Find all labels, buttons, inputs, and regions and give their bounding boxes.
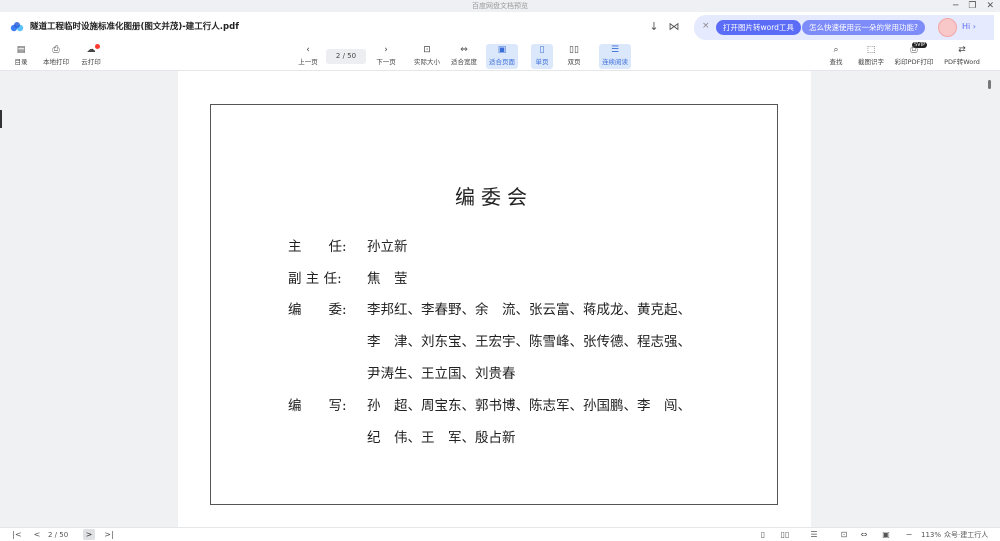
zoom-out-icon[interactable]: − [904,529,914,541]
color-pdf-print-button[interactable]: ⎙ 彩印PDF打印 [894,44,934,69]
next-page-small-icon[interactable]: > [83,529,95,540]
first-page-icon[interactable]: |< [12,529,22,541]
close-window-icon[interactable]: ✕ [986,0,994,12]
search-icon: ⌕ [833,45,839,55]
continuous-read-label: 连续阅读 [602,58,628,66]
zoom-level[interactable]: 113% [921,530,941,540]
document-title: 隧道工程临时设施标准化图册(图文并茂)-建工行人.pdf [30,22,239,32]
promo-close-icon[interactable]: × [702,21,710,31]
app-header: 隧道工程临时设施标准化图册(图文并茂)-建工行人.pdf ↓ ⋈ × 打开图片转… [0,12,1000,42]
row-label: 副 主 任: [288,271,342,287]
screenshot-icon: ⬚ [866,45,876,55]
window-title: 百度网盘文档预览 [472,2,528,10]
minimize-icon[interactable]: ─ [953,0,958,12]
notification-dot [95,44,100,49]
single-page-icon: ▯ [539,45,545,55]
assistant-greeting[interactable]: Hi › [962,22,976,31]
restore-icon[interactable]: ❐ [968,0,976,12]
cloud-print-icon: ☁ [86,45,96,55]
status-bar: |< < 2 / 50 > >| ▯ ▯▯ ☰ ⊡ ⇔ ▣ − 113% 众号·… [0,527,1000,541]
prev-page-icon: ‹ [306,45,310,55]
left-margin-area [0,71,178,527]
color-print-icon: ⎙ [910,45,918,55]
fit-page-icon: ▣ [497,45,507,55]
row-value: 李 津、刘东宝、王宏宇、陈雪峰、张传德、程志强、 [367,334,691,350]
screenshot-ocr-label: 截图识字 [858,58,884,66]
toc-button[interactable]: ▤ 目录 [10,44,32,69]
actual-size-view-icon[interactable]: ⊡ [838,529,850,541]
share-icon[interactable]: ⋈ [667,20,681,34]
find-label: 查找 [829,58,843,66]
single-page-label: 单页 [535,58,549,66]
row-label: 编 委: [288,302,347,318]
window-titlebar: 百度网盘文档预览 ─ ❐ ✕ [0,0,1000,12]
single-page-button[interactable]: ▯ 单页 [531,44,553,69]
download-icon[interactable]: ↓ [647,20,661,34]
row-value: 焦 莹 [367,271,408,287]
next-page-button[interactable]: › 下一页 [372,44,400,69]
local-print-label: 本地打印 [43,58,69,66]
prev-page-label: 上一页 [298,58,318,66]
fit-page-view-icon[interactable]: ▣ [880,529,892,541]
next-page-label: 下一页 [376,58,396,66]
row-value: 孙 超、周宝东、郭书博、陈志军、孙国鹏、李 闯、 [367,398,691,414]
fit-width-button[interactable]: ⇔ 适合宽度 [448,44,480,69]
double-page-view-icon[interactable]: ▯▯ [778,529,792,541]
fit-width-view-icon[interactable]: ⇔ [858,529,870,541]
right-margin-area [811,71,1000,527]
baidu-netdisk-logo-icon [10,22,24,32]
actual-size-button[interactable]: ⊡ 实际大小 [411,44,443,69]
row-value: 孙立新 [367,239,408,255]
vertical-scrollbar[interactable] [988,80,991,89]
promo-banner: × 打开图片转word工具 怎么快速使用云一朵的常用功能? Hi › [694,15,994,40]
window-controls: ─ ❐ ✕ [953,0,994,12]
row-label: 主 任: [288,239,347,255]
convert-icon: ⇄ [958,45,966,55]
pdf-to-word-button[interactable]: ⇄ PDF转Word [942,44,982,69]
printer-icon: ⎙ [52,45,60,55]
row-value: 尹涛生、王立国、刘贵春 [367,366,516,382]
image-to-word-button[interactable]: 打开图片转word工具 [716,20,801,35]
double-page-label: 双页 [567,58,581,66]
fit-width-label: 适合宽度 [451,58,477,66]
row-value: 李邦红、李春野、余 流、张云富、蒋成龙、黄克起、 [367,302,691,318]
toc-label: 目录 [14,58,28,66]
next-page-icon: › [384,45,388,55]
assistant-avatar[interactable] [938,18,957,37]
pdf-to-word-label: PDF转Word [944,58,980,66]
screenshot-ocr-button[interactable]: ⬚ 截图识字 [855,44,887,69]
find-button[interactable]: ⌕ 查找 [826,44,846,69]
local-print-button[interactable]: ⎙ 本地打印 [40,44,72,69]
fit-page-label: 适合页面 [489,58,515,66]
status-page-indicator[interactable]: 2 / 50 [48,530,68,540]
color-pdf-print-label: 彩印PDF打印 [894,58,934,66]
double-page-button[interactable]: ▯▯ 双页 [563,44,585,69]
continuous-read-button[interactable]: ☰ 连续阅读 [599,44,631,69]
continuous-view-icon[interactable]: ☰ [808,529,820,541]
fit-page-button[interactable]: ▣ 适合页面 [486,44,518,69]
double-page-icon: ▯▯ [569,45,579,55]
row-value: 纪 伟、王 军、殷占新 [367,430,516,446]
prev-page-button[interactable]: ‹ 上一页 [294,44,322,69]
page-border-frame: 编委会 主 任: 孙立新 副 主 任: 焦 莹 编 委: 李邦红、李春野、余 流… [210,104,778,505]
viewer-toolbar: ▤ 目录 ⎙ 本地打印 ☁ 云打印 ‹ 上一页 2 / 50 › 下一页 ⊡ 实… [0,42,1000,71]
watermark-text: 众号·建工行人 [944,531,989,539]
document-heading: 编委会 [455,185,533,209]
pdf-page: 编委会 主 任: 孙立新 副 主 任: 焦 莹 编 委: 李邦红、李春野、余 流… [178,71,811,527]
cloud-print-label: 云打印 [81,58,101,66]
continuous-read-icon: ☰ [610,45,620,55]
fit-width-icon: ⇔ [460,45,468,55]
actual-size-icon: ⊡ [423,45,431,55]
left-edge-marker [0,110,2,128]
page-number-input[interactable]: 2 / 50 [326,49,366,64]
quick-use-tips-button[interactable]: 怎么快速使用云一朵的常用功能? [802,20,925,35]
row-label: 编 写: [288,398,347,414]
single-page-view-icon[interactable]: ▯ [757,529,769,541]
toc-icon: ▤ [16,45,26,55]
cloud-print-button[interactable]: ☁ 云打印 [78,44,104,69]
last-page-icon[interactable]: >| [102,529,116,541]
actual-size-label: 实际大小 [414,58,440,66]
prev-page-small-icon[interactable]: < [32,529,42,541]
